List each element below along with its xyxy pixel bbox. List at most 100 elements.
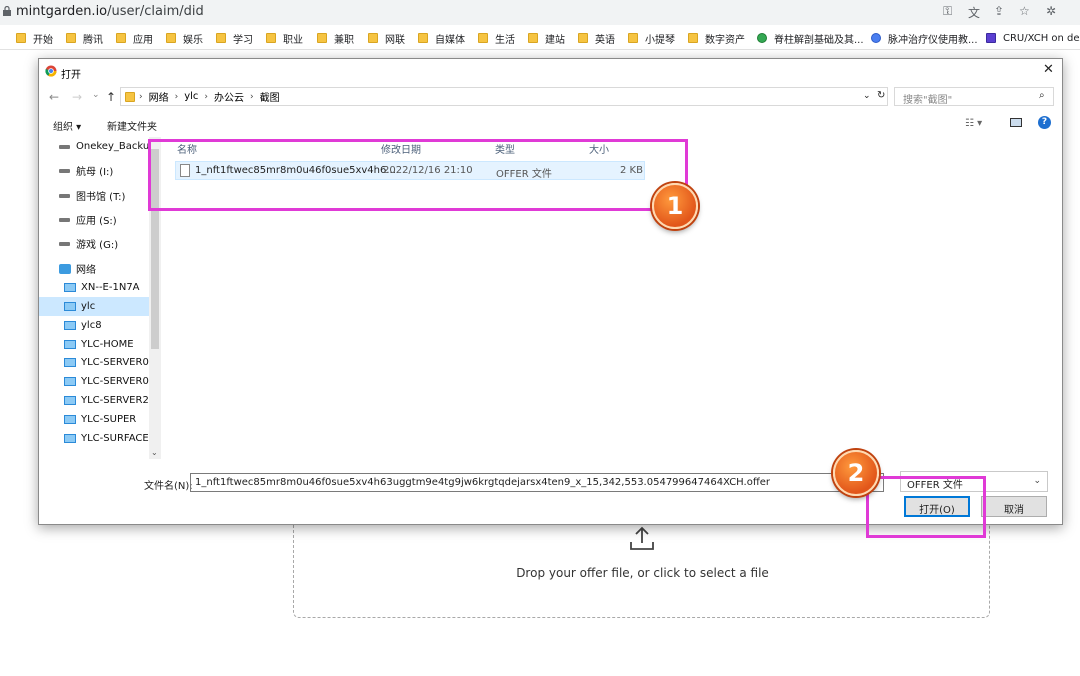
filename-label: 文件名(N): [144, 481, 193, 492]
folder-icon [16, 33, 26, 43]
recent-dropdown-icon[interactable]: ⌄ [92, 90, 100, 100]
organize-menu[interactable]: 组织 ▾ [53, 118, 81, 133]
computer-icon [64, 302, 76, 311]
nav-item-computer[interactable]: YLC-SERVER01 [39, 353, 161, 372]
bookmark-item[interactable]: 应用 [116, 31, 153, 46]
nav-item-drive-s[interactable]: 应用 (S:) [39, 210, 161, 229]
preview-pane-icon[interactable] [1010, 118, 1022, 130]
highlight-file-row [148, 139, 688, 211]
address-bar[interactable]: mintgarden.io/user/claim/did ⚿ 文 ⇪ ☆ ✲ [0, 0, 1080, 25]
key-icon[interactable]: ⚿ [943, 4, 952, 19]
bookmark-item[interactable]: 小提琴 [628, 31, 675, 46]
filename-input[interactable]: 1_nft1ftwec85mr8m0u46f0sue5xv4h63uggtm9e… [190, 473, 884, 492]
bookmark-item[interactable]: 职业 [266, 31, 303, 46]
breadcrumb[interactable]: › 网络 › ylc › 办公云 › 截图 ⌄ ↻ [120, 87, 888, 106]
drive-icon [59, 193, 70, 198]
star-icon[interactable]: ☆ [1019, 4, 1030, 18]
nav-item-onekey-backup[interactable]: Onekey_Backu [39, 137, 161, 156]
bookmark-item[interactable]: 脉冲治疗仪使用教... [871, 31, 978, 46]
computer-icon [64, 415, 76, 424]
close-icon[interactable]: ✕ [1043, 62, 1054, 77]
drive-icon [59, 241, 70, 246]
computer-icon [64, 396, 76, 405]
computer-icon [64, 321, 76, 330]
nav-item-computer[interactable]: ylc8 [39, 316, 161, 335]
folder-icon [266, 33, 276, 43]
folder-icon [216, 33, 226, 43]
chrome-icon [45, 65, 57, 77]
chevron-down-icon[interactable]: ⌄ [863, 91, 871, 101]
computer-icon [64, 434, 76, 443]
bookmark-item[interactable]: 娱乐 [166, 31, 203, 46]
nav-item-computer[interactable]: YLC-SERVER03 [39, 372, 161, 391]
bookmark-item[interactable]: CRU/XCH on dex [986, 31, 1080, 45]
nav-item-drive-i[interactable]: 航母 (I:) [39, 161, 161, 180]
translate-icon[interactable]: 文 [968, 4, 980, 21]
computer-icon [64, 377, 76, 386]
drive-icon [59, 144, 70, 149]
bookmark-item[interactable]: 自媒体 [418, 31, 465, 46]
nav-item-computer[interactable]: YLC-SERVER2 [39, 391, 161, 410]
nav-item-computer[interactable]: YLC-HOME [39, 335, 161, 354]
step-badge-2: 2 [833, 450, 879, 496]
back-arrow-icon[interactable]: ← [49, 90, 59, 104]
step-badge-1: 1 [652, 183, 698, 229]
bookmark-item[interactable]: 兼职 [317, 31, 354, 46]
forward-arrow-icon[interactable]: → [72, 90, 82, 104]
breadcrumb-item[interactable]: 截图 [260, 89, 280, 104]
bookmark-item[interactable]: 网联 [368, 31, 405, 46]
folder-icon [166, 33, 176, 43]
nav-item-computer-selected[interactable]: ylc [39, 297, 161, 316]
nav-item-computer[interactable]: YLC-SURFACE [39, 429, 161, 448]
bookmark-item[interactable]: 数字资产 [688, 31, 745, 46]
bookmark-item[interactable]: 建站 [528, 31, 565, 46]
folder-icon [418, 33, 428, 43]
breadcrumb-item[interactable]: 网络 [149, 89, 169, 104]
folder-icon [628, 33, 638, 43]
refresh-icon[interactable]: ↻ [877, 90, 885, 101]
nav-item-drive-g[interactable]: 游戏 (G:) [39, 234, 161, 253]
help-icon[interactable]: ? [1038, 116, 1051, 129]
drive-icon [59, 217, 70, 222]
bookmark-item[interactable]: 生活 [478, 31, 515, 46]
drive-icon [59, 168, 70, 173]
chevron-down-icon: ⌄ [1033, 476, 1041, 486]
bookmark-item[interactable]: 开始 [16, 31, 53, 46]
folder-icon [368, 33, 378, 43]
bookmark-item[interactable]: 脊柱解剖基础及其... [757, 31, 864, 46]
dialog-title: 打开 [61, 70, 81, 81]
folder-icon [125, 91, 135, 102]
up-arrow-icon[interactable]: ↑ [106, 90, 116, 104]
cancel-button[interactable]: 取消 [981, 496, 1047, 517]
file-open-dialog: 打开 ✕ ← → ⌄ ↑ › 网络 › ylc › 办公云 › 截图 ⌄ ↻ 搜索"截图… [38, 58, 1063, 525]
view-options-icon[interactable]: ☷ ▾ [965, 118, 982, 129]
computer-icon [64, 358, 76, 367]
computer-icon [64, 340, 76, 349]
breadcrumb-item[interactable]: 办公云 [214, 89, 244, 104]
navigation-pane: Onekey_Backu 航母 (I:) 图书馆 (T:) 应用 (S:) 游戏… [39, 137, 161, 457]
network-icon [59, 263, 71, 274]
bookmark-item[interactable]: 英语 [578, 31, 615, 46]
upload-icon [630, 526, 654, 550]
folder-icon [478, 33, 488, 43]
breadcrumb-item[interactable]: ylc [184, 91, 198, 102]
folder-icon [578, 33, 588, 43]
extension-icon[interactable]: ✲ [1046, 4, 1056, 18]
nav-item-network[interactable]: 网络 [39, 259, 161, 278]
search-input[interactable]: 搜索"截图" [894, 87, 1054, 106]
share-icon[interactable]: ⇪ [994, 4, 1004, 18]
site-icon [986, 33, 996, 43]
site-icon [871, 33, 881, 43]
nav-item-computer[interactable]: YLC-SUPER [39, 410, 161, 429]
new-folder-button[interactable]: 新建文件夹 [107, 118, 157, 133]
bookmark-item[interactable]: 腾讯 [66, 31, 103, 46]
search-icon[interactable]: ⌕ [1039, 90, 1045, 101]
nav-item-drive-t[interactable]: 图书馆 (T:) [39, 186, 161, 205]
url-text[interactable]: mintgarden.io/user/claim/did [16, 4, 204, 19]
command-bar: 组织 ▾ 新建文件夹 ☷ ▾ ? [39, 113, 1062, 135]
computer-icon [64, 283, 76, 292]
nav-item-computer[interactable]: XN--E-1N7A [39, 278, 161, 297]
folder-icon [528, 33, 538, 43]
bookmark-item[interactable]: 学习 [216, 31, 253, 46]
scroll-down-icon[interactable]: ⌄ [151, 448, 158, 457]
